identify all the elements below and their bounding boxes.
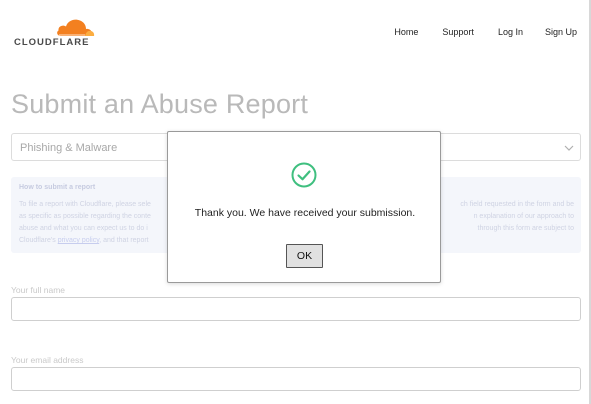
instructions-line2-left: as specific as possible regarding the co… <box>19 213 151 220</box>
email-input[interactable] <box>11 367 581 391</box>
instructions-line4-left: Cloudflare's <box>19 237 58 244</box>
privacy-policy-link[interactable]: privacy policy <box>58 237 100 244</box>
cloudflare-logo[interactable]: CLOUDFLARE <box>14 16 98 48</box>
cloud-icon <box>57 19 95 36</box>
email-label: Your email address <box>11 355 84 365</box>
instructions-line1-left: To file a report with Cloudflare, please… <box>19 201 151 208</box>
nav-login-link[interactable]: Log In <box>498 27 523 37</box>
abuse-report-page: CLOUDFLARE Home Support Log In Sign Up S… <box>0 0 591 404</box>
nav-home-link[interactable]: Home <box>394 27 418 37</box>
full-name-label: Your full name <box>11 285 66 295</box>
dialog-message: Thank you. We have received your submiss… <box>194 207 416 219</box>
report-type-selected-value: Phishing & Malware <box>20 142 118 154</box>
top-nav: Home Support Log In Sign Up <box>394 27 577 37</box>
page-title: Submit an Abuse Report <box>11 89 309 119</box>
instructions-heading: How to submit a report <box>19 184 96 191</box>
instructions-line2-right: n explanation of our approach to <box>473 213 574 220</box>
check-circle-icon <box>291 162 317 188</box>
chevron-down-icon <box>564 145 574 151</box>
logo-wordmark: CLOUDFLARE <box>14 37 90 48</box>
ok-button[interactable]: OK <box>286 244 323 268</box>
submission-confirmation-dialog: Thank you. We have received your submiss… <box>167 131 441 283</box>
nav-signup-link[interactable]: Sign Up <box>545 27 577 37</box>
instructions-line1-right: ch field requested in the form and be <box>460 201 574 208</box>
full-name-input[interactable] <box>11 297 581 321</box>
instructions-line3-left: abuse and what you can expect us to do i <box>19 225 148 232</box>
instructions-line4-right: , and that report <box>99 237 149 244</box>
nav-support-link[interactable]: Support <box>442 27 474 37</box>
instructions-line3-right: through this form are subject to <box>477 225 575 232</box>
